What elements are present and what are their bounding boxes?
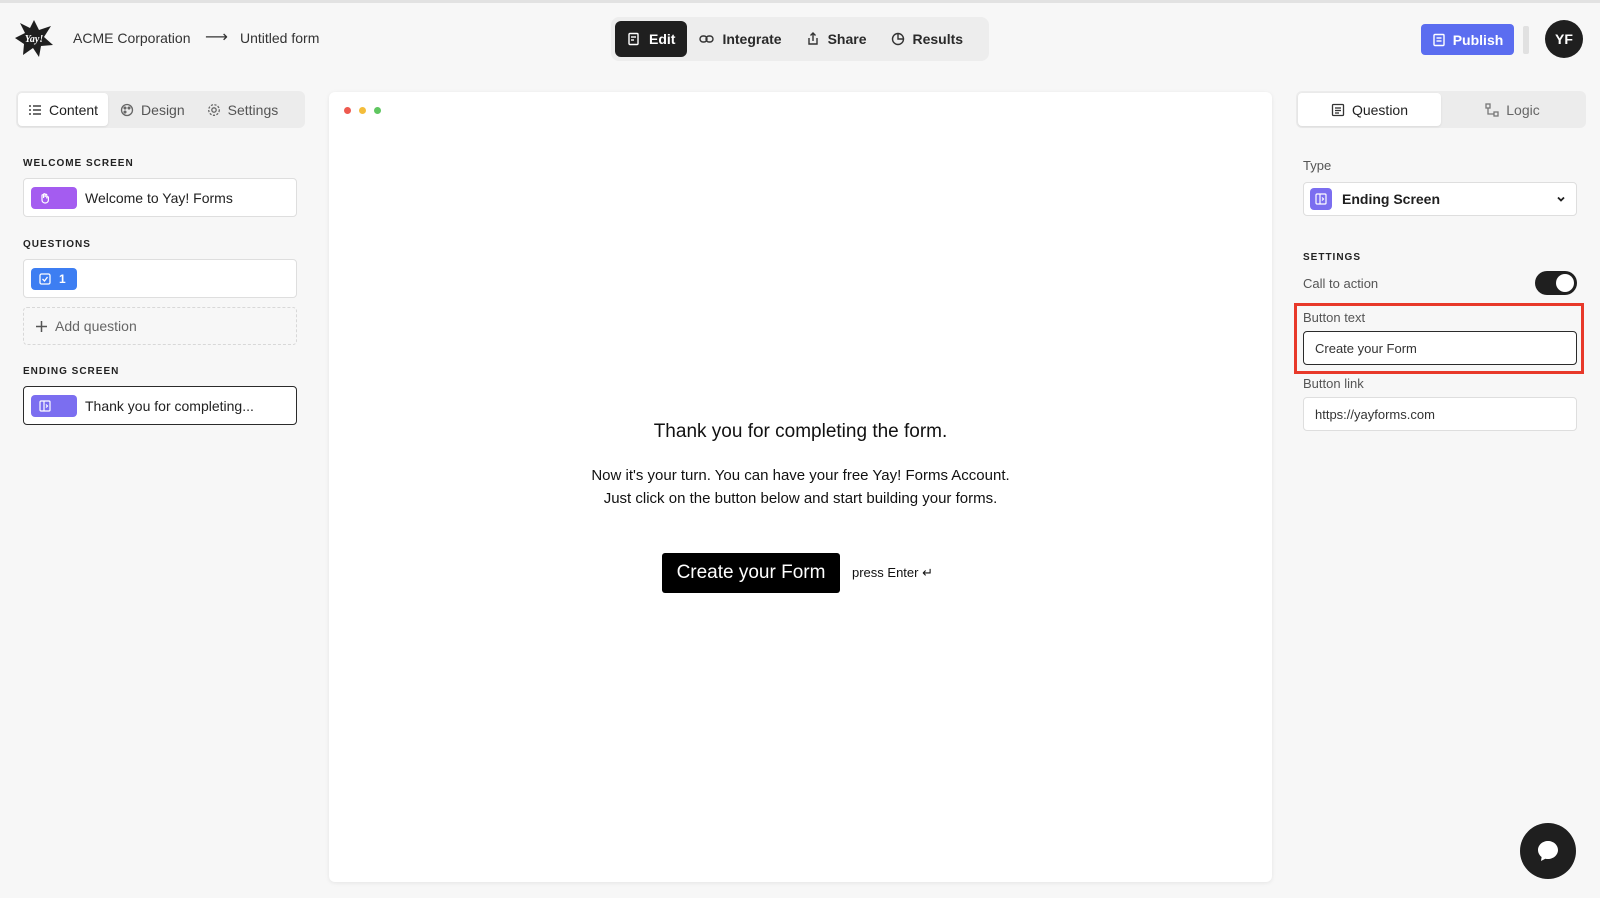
publish-icon bbox=[1432, 33, 1446, 47]
left-panel-tabs: Content Design Settings bbox=[16, 91, 305, 128]
publish-menu-handle[interactable] bbox=[1523, 26, 1529, 54]
tab-question[interactable]: Question bbox=[1298, 93, 1441, 126]
tab-design[interactable]: Design bbox=[110, 93, 195, 126]
welcome-chip bbox=[31, 186, 77, 209]
welcome-screen-item[interactable]: Welcome to Yay! Forms bbox=[23, 178, 297, 217]
question-number: 1 bbox=[59, 271, 66, 286]
main-nav: Edit Integrate Share Results bbox=[611, 17, 989, 61]
preview-body-line-1: Now it's your turn. You can have your fr… bbox=[591, 467, 1010, 484]
button-link-input[interactable] bbox=[1303, 397, 1577, 431]
plus-icon bbox=[36, 320, 47, 332]
tab-content-label: Content bbox=[49, 101, 99, 118]
preview-cta-button[interactable]: Create your Form bbox=[662, 553, 840, 593]
svg-text:Yay!: Yay! bbox=[25, 34, 44, 45]
checkbox-icon bbox=[39, 272, 51, 285]
question-item[interactable]: 1 bbox=[23, 259, 297, 298]
publish-label: Publish bbox=[1452, 31, 1504, 48]
tab-design-label: Design bbox=[141, 101, 185, 118]
press-enter-hint: press Enter ↵ bbox=[852, 565, 933, 580]
ending-screen-heading: ENDING SCREEN bbox=[23, 366, 120, 377]
tab-results[interactable]: Results bbox=[879, 21, 976, 57]
add-question-label: Add question bbox=[55, 318, 137, 334]
tab-logic[interactable]: Logic bbox=[1441, 93, 1584, 126]
tab-question-label: Question bbox=[1351, 101, 1409, 118]
tab-integrate-label: Integrate bbox=[722, 31, 782, 47]
tab-settings[interactable]: Settings bbox=[197, 93, 289, 126]
logic-icon bbox=[1485, 102, 1499, 117]
chat-icon bbox=[1535, 838, 1561, 864]
window-dot-red bbox=[344, 107, 351, 114]
type-select[interactable]: Ending Screen bbox=[1303, 182, 1577, 216]
tab-edit-label: Edit bbox=[649, 31, 676, 47]
chart-icon bbox=[891, 32, 905, 46]
preview-body: Now it's your turn. You can have your fr… bbox=[329, 464, 1272, 510]
tab-edit[interactable]: Edit bbox=[615, 21, 688, 57]
ending-chip bbox=[31, 394, 77, 417]
gear-icon bbox=[207, 103, 221, 117]
chat-support-button[interactable] bbox=[1520, 823, 1576, 879]
question-icon bbox=[1331, 103, 1345, 117]
ending-screen-type-icon bbox=[1310, 188, 1332, 210]
breadcrumb-arrow: ⟶ bbox=[205, 29, 228, 46]
welcome-screen-heading: WELCOME SCREEN bbox=[23, 158, 134, 169]
type-label: Type bbox=[1303, 158, 1332, 173]
button-text-label: Button text bbox=[1303, 310, 1366, 325]
chevron-down-icon bbox=[1556, 194, 1566, 204]
tab-integrate[interactable]: Integrate bbox=[687, 21, 793, 57]
palette-icon bbox=[120, 103, 134, 117]
link-icon bbox=[699, 32, 715, 46]
tab-logic-label: Logic bbox=[1506, 101, 1540, 118]
button-text-input[interactable] bbox=[1303, 331, 1577, 365]
settings-heading: SETTINGS bbox=[1303, 252, 1362, 263]
button-link-label: Button link bbox=[1303, 376, 1364, 391]
toggle-knob bbox=[1556, 274, 1574, 292]
ending-item-label: Thank you for completing... bbox=[85, 397, 254, 414]
window-dot-yellow bbox=[359, 107, 366, 114]
tab-share[interactable]: Share bbox=[794, 21, 879, 57]
avatar[interactable]: YF bbox=[1545, 20, 1583, 58]
window-dot-green bbox=[374, 107, 381, 114]
tab-settings-label: Settings bbox=[227, 101, 279, 118]
welcome-item-label: Welcome to Yay! Forms bbox=[85, 189, 233, 206]
tab-results-label: Results bbox=[912, 31, 964, 47]
questions-heading: QUESTIONS bbox=[23, 239, 91, 250]
call-to-action-label: Call to action bbox=[1303, 276, 1379, 291]
edit-icon bbox=[627, 32, 641, 46]
ending-screen-item[interactable]: Thank you for completing... bbox=[23, 386, 297, 425]
tab-content[interactable]: Content bbox=[18, 93, 109, 126]
preview-body-line-2: Just click on the button below and start… bbox=[603, 490, 998, 507]
share-icon bbox=[806, 32, 820, 46]
type-select-value: Ending Screen bbox=[1342, 191, 1441, 207]
org-name[interactable]: ACME Corporation bbox=[73, 30, 191, 46]
question-chip: 1 bbox=[31, 267, 77, 290]
add-question-button[interactable]: Add question bbox=[23, 307, 297, 345]
form-name[interactable]: Untitled form bbox=[240, 30, 319, 46]
publish-button[interactable]: Publish bbox=[1421, 24, 1514, 55]
hand-icon bbox=[39, 192, 51, 204]
list-icon bbox=[28, 103, 42, 117]
right-panel-tabs: Question Logic bbox=[1296, 91, 1586, 128]
form-preview: Thank you for completing the form. Now i… bbox=[329, 92, 1272, 882]
tab-share-label: Share bbox=[827, 31, 867, 47]
call-to-action-toggle[interactable] bbox=[1535, 271, 1577, 295]
preview-title: Thank you for completing the form. bbox=[653, 421, 948, 442]
top-border bbox=[0, 0, 1600, 3]
yay-forms-logo[interactable]: Yay! bbox=[14, 18, 54, 58]
ending-screen-icon bbox=[39, 399, 51, 412]
